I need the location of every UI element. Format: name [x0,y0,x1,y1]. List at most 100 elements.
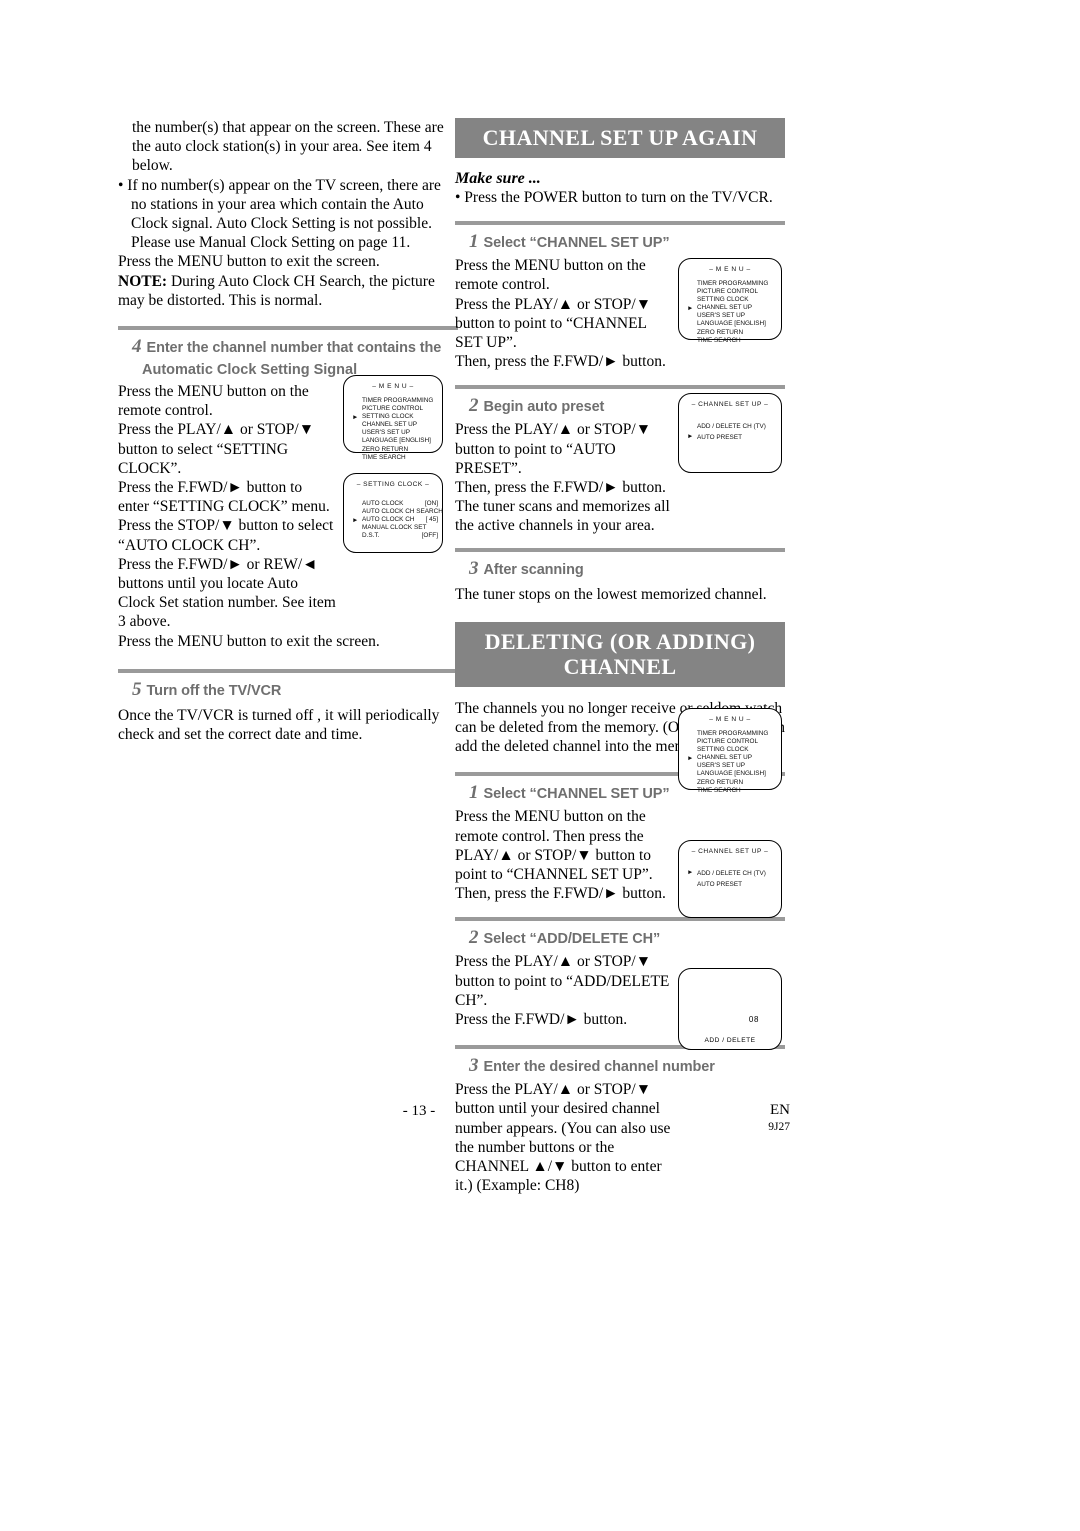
left-intro-paragraph-1: the number(s) that appear on the screen.… [132,119,444,175]
osd-setting-clock-left: – SETTING CLOCK – AUTO CLOCK [ON] AUTO CL… [343,473,443,553]
s2-step-2-heading: 2 Select “ADD/DELETE CH” [455,921,785,952]
osd-item-label: ADD / DELETE CH (TV) [697,870,766,877]
osd-item-label: AUTO PRESET [697,881,742,888]
left-intro-paragraph-3: Press the MENU button to exit the screen… [118,253,380,271]
step-4-heading: 4 Enter the channel number that contains … [118,330,458,361]
osd-item: TIMER PROGRAMMING [687,280,781,288]
osd-item-label: PICTURE CONTROL [697,738,759,746]
osd-title: – M E N U – [709,716,751,723]
osd-item-label: TIME SEARCH [362,453,406,461]
step-5-label: Turn off the TV/VCR [146,682,282,699]
s2-step-3-body: Press the PLAY/▲ or STOP/▼ button until … [455,1080,673,1195]
osd-item-label: ADD / DELETE CH (TV) [697,423,766,430]
step-4-body: Press the MENU button on the remote cont… [118,382,336,632]
osd-item: MANUAL CLOCK SET [352,524,442,532]
osd-channel-number: 08 [748,1015,759,1024]
s1-step-2-number: 2 [469,395,479,417]
osd-item-label: CHANNEL SET UP [697,754,753,762]
osd-item: AUTO CLOCK [ON] [352,500,442,508]
step-4-number: 4 [132,336,142,358]
s1-step-2-label: Begin auto preset [483,399,605,416]
osd-item-list: ► ADD / DELETE CH (TV) AUTO PRESET [679,868,781,890]
s1-step-1-paragraph-3: Then, press the F.FWD/► button. [455,353,666,371]
note-label: NOTE: [118,272,168,290]
osd-item: PICTURE CONTROL [687,738,781,746]
footer-language-code: EN [770,1102,790,1118]
osd-item: TIME SEARCH [352,454,442,462]
osd-menu-left: – M E N U – TIMER PROGRAMMING PICTURE CO… [343,375,443,461]
osd-item-selected: ► AUTO PRESET [687,432,781,443]
osd-item: USER'S SET UP [687,762,781,770]
osd-item: LANGUAGE [ENGLISH] [352,437,442,445]
osd-item-list: TIMER PROGRAMMING PICTURE CONTROL ► SETTI… [344,397,442,462]
s2-step-1-number: 1 [469,782,479,804]
section-title-deleting-adding-channel: DELETING (OR ADDING) CHANNEL [455,621,785,687]
osd-item: TIMER PROGRAMMING [352,397,442,405]
osd-item-selected: ► AUTO CLOCK CH[ 45] [352,516,442,524]
osd-item-label: AUTO CLOCK CH [362,516,415,524]
osd-item-label: CHANNEL SET UP [362,421,418,429]
step-4-paragraph-6: Press the MENU button to exit the screen… [118,632,380,650]
s2-step-3-paragraph: Press the PLAY/▲ or STOP/▼ button until … [455,1081,671,1195]
footer-doc-code: 9J27 [768,1121,790,1133]
osd-add-delete-caption: ADD / DELETE [704,1037,756,1044]
step-4-label-line1: Enter the channel number that contains t… [146,340,442,357]
footer-page-number: - 13 - [402,1103,436,1119]
step-5-number: 5 [132,678,142,700]
osd-item: TIME SEARCH [687,337,781,345]
s2-step-1-paragraph-1: Press the MENU button on the remote cont… [455,808,653,884]
s2-step-3-number: 3 [469,1055,479,1077]
left-intro-bullet: • If no number(s) appear on the TV scree… [118,176,441,252]
osd-item-list: ADD / DELETE CH (TV) ► AUTO PRESET [679,421,781,443]
s1-step-1-paragraph-1: Press the MENU button on the remote cont… [455,257,646,294]
step-4-paragraph-5: Press the F.FWD/► or REW/◄ buttons until… [118,555,336,631]
osd-item: D.S.T. [OFF] [352,532,442,540]
osd-item-label: ZERO RETURN [697,778,744,786]
osd-item-label: TIMER PROGRAMMING [697,280,769,287]
left-note: NOTE: During Auto Clock CH Search, the p… [118,272,458,310]
step-4-paragraph-3: Press the F.FWD/► button to enter “SETTI… [118,479,330,516]
s1-step-1-label: Select “CHANNEL SET UP” [483,235,670,252]
s2-step-2-body: Press the PLAY/▲ or STOP/▼ button to poi… [455,952,673,1029]
osd-item-label: TIMER PROGRAMMING [362,397,434,404]
step-4-paragraph-4: Press the STOP/▼ button to select “AUTO … [118,517,334,554]
osd-item-label: USER'S SET UP [697,762,745,770]
osd-item: PICTURE CONTROL [687,288,781,296]
osd-item: TIME SEARCH [687,787,781,795]
osd-item: AUTO PRESET [687,879,781,890]
osd-item-label: AUTO PRESET [697,434,742,441]
osd-item-label: TIME SEARCH [697,786,741,794]
osd-item: LANGUAGE [ENGLISH] [687,770,781,778]
osd-item: CHANNEL SET UP [352,421,442,429]
make-sure-item: • Press the POWER button to turn on the … [455,189,773,206]
s1-step-3-label: After scanning [483,561,584,578]
osd-item: SETTING CLOCK [687,746,781,754]
osd-item: USER'S SET UP [687,312,781,320]
s2-step-3-heading: 3 Enter the desired channel number [455,1049,785,1080]
osd-item-selected: ► CHANNEL SET UP [687,304,781,312]
osd-item-value: [ON] [424,500,438,507]
make-sure-label: Make sure ... [455,170,541,187]
osd-channel-setup-right-a: – CHANNEL SET UP – ADD / DELETE CH (TV) … [678,393,782,473]
osd-item-label: SETTING CLOCK [697,296,749,304]
osd-title: – SETTING CLOCK – [356,481,430,488]
s1-step-1-number: 1 [469,231,479,253]
s2-step-3-label: Enter the desired channel number [483,1059,715,1076]
s2-step-2-number: 2 [469,927,479,949]
osd-item-label: ZERO RETURN [362,445,409,453]
s1-step-2-paragraph-3: The tuner scans and memorizes all the ac… [455,498,670,535]
manual-page: the number(s) that appear on the screen.… [0,0,1080,1531]
s2-step-1-label: Select “CHANNEL SET UP” [483,786,670,803]
osd-channel-setup-right-b: – CHANNEL SET UP – ► ADD / DELETE CH (TV)… [678,840,782,918]
s2-step-2-paragraph-2: Press the F.FWD/► button. [455,1011,628,1029]
osd-item: ZERO RETURN [687,779,781,787]
s1-step-3-heading: 3 After scanning [455,552,785,583]
osd-item-label: MANUAL CLOCK SET [362,524,427,532]
osd-item-label: SETTING CLOCK [362,413,414,421]
s1-step-2-paragraph-1: Press the PLAY/▲ or STOP/▼ button to poi… [455,421,652,477]
step-4-paragraph-1: Press the MENU button on the remote cont… [118,383,309,420]
osd-item-selected: ► ADD / DELETE CH (TV) [687,868,781,879]
osd-item: ZERO RETURN [352,446,442,454]
osd-item-selected: ► SETTING CLOCK [352,413,442,421]
osd-item-list: TIMER PROGRAMMING PICTURE CONTROL SETTIN… [679,280,781,345]
